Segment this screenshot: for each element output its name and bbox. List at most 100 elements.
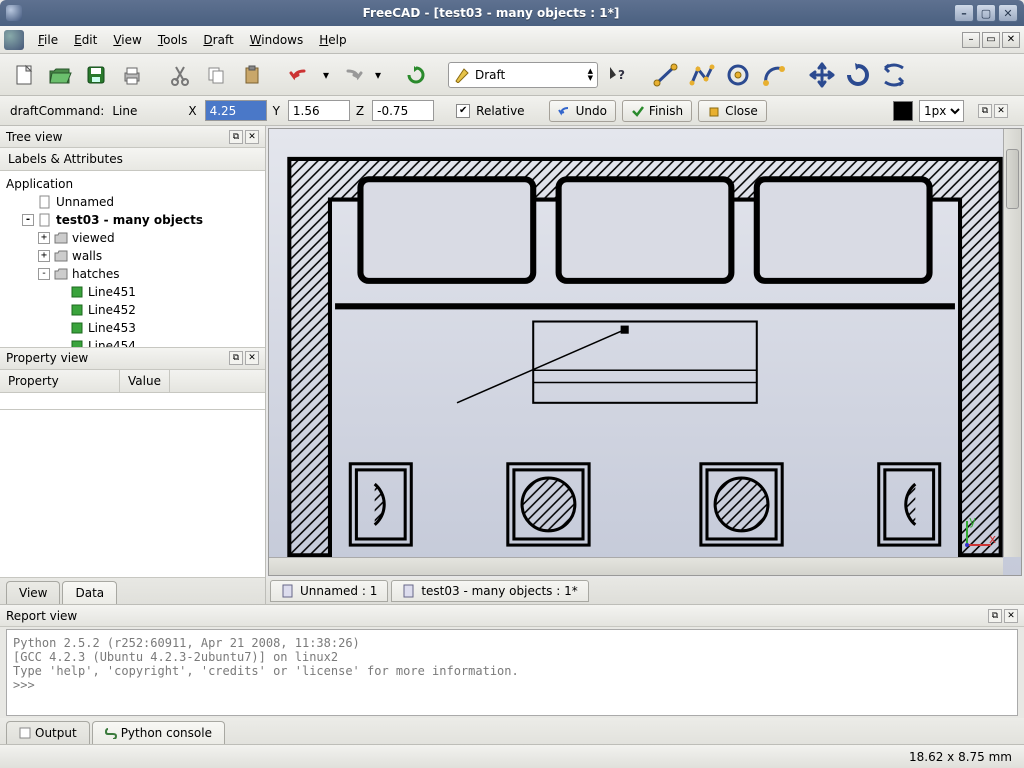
paste-button[interactable] xyxy=(236,59,268,91)
copy-button[interactable] xyxy=(200,59,232,91)
maximize-button[interactable]: ▢ xyxy=(976,4,996,22)
finish-button[interactable]: Finish xyxy=(622,100,692,122)
draft-command-label: draftCommand: xyxy=(10,104,104,118)
tree-root[interactable]: Application xyxy=(2,175,263,193)
draft-rotate-button[interactable] xyxy=(842,59,874,91)
cut-button[interactable] xyxy=(164,59,196,91)
tree-item-test03[interactable]: -test03 - many objects xyxy=(2,211,263,229)
document-icon xyxy=(402,584,416,598)
menu-edit[interactable]: Edit xyxy=(66,30,105,50)
collapse-icon[interactable]: - xyxy=(22,214,34,226)
3d-viewport[interactable]: xy xyxy=(268,128,1022,576)
horizontal-scrollbar[interactable] xyxy=(269,557,1003,575)
redo-button[interactable] xyxy=(336,59,368,91)
folder-icon xyxy=(54,231,68,245)
line-width-select[interactable]: 1px xyxy=(919,100,964,122)
refresh-button[interactable] xyxy=(400,59,432,91)
line-object-icon xyxy=(70,339,84,348)
statusbar: 18.62 x 8.75 mm xyxy=(0,744,1024,768)
line-object-icon xyxy=(70,321,84,335)
folder-icon xyxy=(54,249,68,263)
tab-output[interactable]: Output xyxy=(6,721,90,744)
whatsthis-button[interactable]: ? xyxy=(602,59,634,91)
undo-dropdown[interactable]: ▾ xyxy=(320,59,332,91)
folder-icon xyxy=(54,267,68,281)
tree-item-hatches[interactable]: -hatches xyxy=(2,265,263,283)
toolbar-detach-icon[interactable]: ⧉ xyxy=(978,104,992,118)
tree-item-walls[interactable]: +walls xyxy=(2,247,263,265)
menu-help[interactable]: Help xyxy=(311,30,354,50)
tree-item-viewed[interactable]: +viewed xyxy=(2,229,263,247)
report-close-icon[interactable]: ✕ xyxy=(1004,609,1018,623)
collapse-icon[interactable]: - xyxy=(38,268,50,280)
expand-icon[interactable]: + xyxy=(38,232,50,244)
doctab-unnamed[interactable]: Unnamed : 1 xyxy=(270,580,388,602)
python-console-output[interactable]: Python 2.5.2 (r252:60911, Apr 21 2008, 1… xyxy=(6,629,1018,716)
draft-move-button[interactable] xyxy=(806,59,838,91)
open-button[interactable] xyxy=(44,59,76,91)
y-input[interactable] xyxy=(288,100,350,121)
value-column-header: Value xyxy=(120,370,170,392)
tree-view[interactable]: Application Unnamed -test03 - many objec… xyxy=(0,171,265,348)
new-button[interactable] xyxy=(8,59,40,91)
tab-view[interactable]: View xyxy=(6,581,60,604)
report-detach-icon[interactable]: ⧉ xyxy=(988,609,1002,623)
coordinate-bar: draftCommand: Line X Y Z ✔ Relative Undo… xyxy=(0,96,1024,126)
draft-arc-button[interactable] xyxy=(758,59,790,91)
mdi-restore-button[interactable]: ▭ xyxy=(982,32,1000,48)
tree-item-unnamed[interactable]: Unnamed xyxy=(2,193,263,211)
tree-item-line451[interactable]: Line451 xyxy=(2,283,263,301)
tree-close-icon[interactable]: ✕ xyxy=(245,130,259,144)
menu-file[interactable]: File xyxy=(30,30,66,50)
svg-text:y: y xyxy=(969,515,976,528)
draft-offset-button[interactable] xyxy=(878,59,910,91)
mdi-close-button[interactable]: ✕ xyxy=(1002,32,1020,48)
print-button[interactable] xyxy=(116,59,148,91)
toolbar-close-icon[interactable]: ✕ xyxy=(994,104,1008,118)
menubar: File Edit View Tools Draft Windows Help … xyxy=(0,26,1024,54)
redo-dropdown[interactable]: ▾ xyxy=(372,59,384,91)
y-label: Y xyxy=(273,104,280,118)
property-table[interactable]: Property Value xyxy=(0,370,265,410)
z-input[interactable] xyxy=(372,100,434,121)
tree-detach-icon[interactable]: ⧉ xyxy=(229,130,243,144)
menu-draft[interactable]: Draft xyxy=(195,30,241,50)
draft-wire-button[interactable] xyxy=(686,59,718,91)
document-icon xyxy=(38,195,52,209)
menu-windows[interactable]: Windows xyxy=(242,30,312,50)
doctab-test03[interactable]: test03 - many objects : 1* xyxy=(391,580,588,602)
close-button[interactable]: ✕ xyxy=(998,4,1018,22)
tree-item-line453[interactable]: Line453 xyxy=(2,319,263,337)
save-button[interactable] xyxy=(80,59,112,91)
menu-view[interactable]: View xyxy=(105,30,149,50)
window-title: FreeCAD - [test03 - many objects : 1*] xyxy=(28,6,954,20)
draft-line-button[interactable] xyxy=(650,59,682,91)
close-line-button[interactable]: Close xyxy=(698,100,767,122)
property-detach-icon[interactable]: ⧉ xyxy=(229,351,243,365)
undo-button[interactable] xyxy=(284,59,316,91)
draft-workbench-icon xyxy=(453,66,471,84)
menu-tools[interactable]: Tools xyxy=(150,30,196,50)
tree-item-line454[interactable]: Line454 xyxy=(2,337,263,348)
draft-circle-button[interactable] xyxy=(722,59,754,91)
tree-item-line452[interactable]: Line452 xyxy=(2,301,263,319)
app-icon-small xyxy=(4,30,24,50)
z-label: Z xyxy=(356,104,364,118)
x-label: X xyxy=(188,104,196,118)
expand-icon[interactable]: + xyxy=(38,250,50,262)
property-close-icon[interactable]: ✕ xyxy=(245,351,259,365)
x-input[interactable] xyxy=(205,100,267,121)
vertical-scrollbar[interactable] xyxy=(1003,129,1021,557)
minimize-button[interactable]: – xyxy=(954,4,974,22)
cad-drawing xyxy=(269,129,1021,575)
line-object-icon xyxy=(70,285,84,299)
tab-data[interactable]: Data xyxy=(62,581,117,604)
undo-segment-button[interactable]: Undo xyxy=(549,100,616,122)
line-color-picker[interactable] xyxy=(893,101,913,121)
mdi-minimize-button[interactable]: – xyxy=(962,32,980,48)
window-titlebar: FreeCAD - [test03 - many objects : 1*] –… xyxy=(0,0,1024,26)
relative-checkbox[interactable]: ✔ xyxy=(456,104,470,118)
property-column-header: Property xyxy=(0,370,120,392)
workbench-selector[interactable]: Draft ▲▼ xyxy=(448,62,598,88)
tab-python-console[interactable]: Python console xyxy=(92,721,225,744)
